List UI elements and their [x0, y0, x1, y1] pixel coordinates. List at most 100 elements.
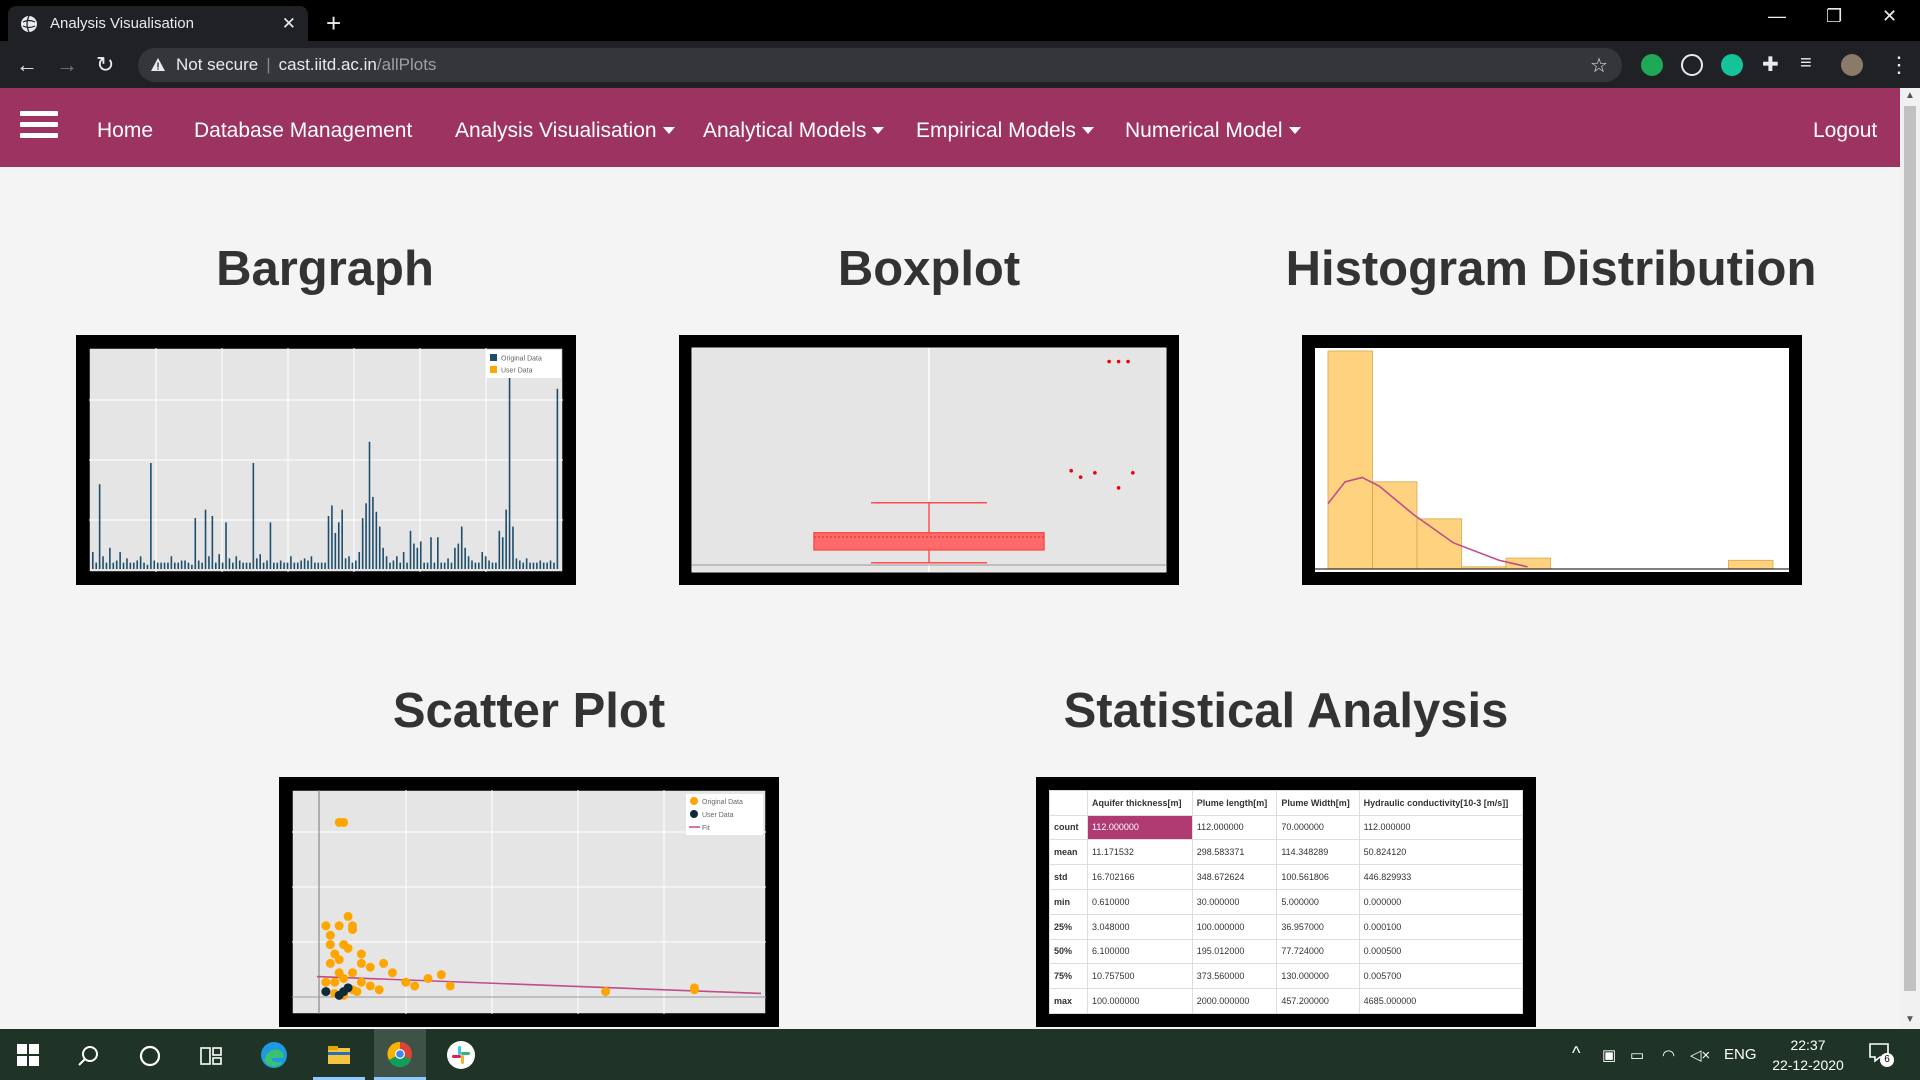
- new-tab-button[interactable]: +: [326, 8, 341, 39]
- bar: [355, 560, 357, 569]
- bar: [307, 560, 309, 569]
- scroll-down-icon[interactable]: ▼: [1905, 1014, 1915, 1025]
- bar: [481, 552, 484, 569]
- table-cell: 373.560000: [1191, 963, 1278, 990]
- clock[interactable]: 22:37 22-12-2020: [1768, 1035, 1848, 1075]
- table-header-cell: Aquifer thickness[m]: [1087, 790, 1193, 816]
- bar: [204, 509, 207, 569]
- bar: [150, 463, 152, 569]
- table-row: count 112.000000 112.000000 70.000000 112.00…: [1049, 814, 1524, 841]
- scatter-card[interactable]: Original Data User Data Fit: [279, 777, 779, 1027]
- row-header-cell: 75%: [1049, 963, 1088, 990]
- histogram-chart: [1315, 348, 1789, 572]
- bar: [235, 556, 238, 569]
- outlier-point: [1107, 359, 1111, 364]
- bar: [136, 560, 139, 569]
- bar: [471, 560, 473, 569]
- language-indicator[interactable]: ENG: [1724, 1046, 1757, 1063]
- battery-icon[interactable]: ▭: [1630, 1046, 1644, 1064]
- bargraph-legend: Original Data User Data: [486, 350, 561, 378]
- profile-avatar[interactable]: [1841, 54, 1863, 76]
- notification-badge: 6: [1880, 1053, 1894, 1067]
- scatter-point-original: [325, 958, 335, 968]
- task-view-icon[interactable]: [198, 1043, 224, 1069]
- cortana-icon[interactable]: [137, 1043, 163, 1069]
- outlier-point: [1069, 468, 1073, 473]
- bar: [201, 562, 203, 569]
- bar: [320, 562, 323, 569]
- scatter-point-original: [330, 977, 340, 987]
- histogram-card[interactable]: [1302, 335, 1802, 585]
- nav-numerical-model[interactable]: Numerical Model: [1125, 119, 1301, 143]
- bar: [399, 562, 402, 569]
- bargraph-card[interactable]: Original Data User Data: [76, 335, 576, 585]
- search-icon[interactable]: [76, 1043, 102, 1069]
- scatter-point-original: [401, 977, 411, 987]
- bar: [484, 556, 487, 569]
- file-explorer-button[interactable]: [313, 1029, 365, 1080]
- wifi-icon[interactable]: ◠: [1662, 1046, 1675, 1064]
- puzzle-icon[interactable]: ✚: [1762, 52, 1779, 77]
- mute-icon[interactable]: ◁×: [1690, 1046, 1710, 1064]
- nav-home[interactable]: Home: [97, 119, 153, 143]
- extension-icon[interactable]: [1641, 54, 1663, 76]
- windows-start-icon[interactable]: [17, 1044, 39, 1066]
- media-icon[interactable]: ≡: [1800, 52, 1812, 75]
- address-bar[interactable]: Not secure | cast.iitd.ac.in/allPlots: [138, 48, 1622, 82]
- windows-taskbar: ^ ▣ ▭ ◠ ◁× ENG 22:37 22-12-2020 6: [0, 1029, 1920, 1080]
- nav-logout[interactable]: Logout: [1813, 119, 1877, 143]
- table-cell: 4685.000000: [1358, 988, 1524, 1014]
- nav-analysis-visualisation[interactable]: Analysis Visualisation: [455, 119, 675, 143]
- bar: [327, 516, 330, 569]
- scrollbar-thumb[interactable]: [1904, 106, 1916, 991]
- legend-swatch-original: [490, 354, 497, 361]
- bar: [211, 516, 214, 569]
- extension-icon[interactable]: [1681, 54, 1703, 76]
- scroll-up-icon[interactable]: ▲: [1905, 90, 1915, 101]
- chrome-button[interactable]: [374, 1029, 426, 1080]
- table-row: 75% 10.757500 373.560000 130.000000 0.005700: [1049, 963, 1524, 990]
- bar: [129, 562, 132, 569]
- forward-icon[interactable]: →: [56, 52, 78, 78]
- bar: [167, 562, 169, 569]
- table-row: 50% 6.100000 195.012000 77.724000 0.000500: [1049, 938, 1524, 965]
- bar: [344, 558, 347, 569]
- slack-icon[interactable]: [447, 1041, 475, 1069]
- edge-icon[interactable]: [259, 1040, 289, 1070]
- menu-dots-icon[interactable]: ⋮: [1888, 52, 1910, 78]
- nav-database-management[interactable]: Database Management: [194, 119, 412, 143]
- chevron-up-icon[interactable]: ^: [1572, 1043, 1580, 1064]
- bar: [290, 556, 292, 569]
- star-icon[interactable]: ☆: [1590, 53, 1608, 78]
- bar: [218, 554, 220, 569]
- statistics-table: Aquifer thickness[m] Plume length[m] Plume…: [1049, 790, 1524, 1014]
- window-close-icon[interactable]: ✕: [1882, 6, 1897, 27]
- nav-analytical-models[interactable]: Analytical Models: [703, 119, 885, 143]
- bar: [163, 562, 166, 569]
- browser-tab[interactable]: Analysis Visualisation ✕: [8, 6, 308, 41]
- bar: [402, 552, 405, 569]
- bar: [454, 547, 456, 569]
- bar: [556, 388, 559, 569]
- reload-icon[interactable]: ↻: [96, 52, 114, 78]
- scatter-point-original: [325, 940, 335, 950]
- statistics-card[interactable]: Aquifer thickness[m] Plume length[m] Plume…: [1036, 777, 1536, 1027]
- hamburger-menu-icon[interactable]: [20, 111, 58, 139]
- back-icon[interactable]: ←: [16, 52, 38, 78]
- scatter-point-original: [356, 958, 366, 968]
- bar: [385, 556, 388, 569]
- page-scrollbar[interactable]: ▲ ▼: [1900, 88, 1920, 1029]
- scatter-point-original: [445, 981, 455, 991]
- clock-date: 22-12-2020: [1772, 1057, 1844, 1073]
- bar: [293, 562, 296, 569]
- grammarly-icon[interactable]: [1721, 54, 1743, 76]
- minimize-icon[interactable]: —: [1768, 6, 1786, 27]
- notification-center[interactable]: 6: [1868, 1041, 1894, 1067]
- boxplot-card[interactable]: [679, 335, 1179, 585]
- nav-empirical-models[interactable]: Empirical Models: [916, 119, 1094, 143]
- restore-icon[interactable]: ❐: [1826, 6, 1842, 27]
- meet-icon[interactable]: ▣: [1602, 1046, 1616, 1064]
- legend-marker-original: [690, 797, 698, 805]
- tab-close-icon[interactable]: ✕: [282, 14, 296, 34]
- table-row: std 16.702166 348.672624 100.561806 446.8299…: [1049, 864, 1524, 890]
